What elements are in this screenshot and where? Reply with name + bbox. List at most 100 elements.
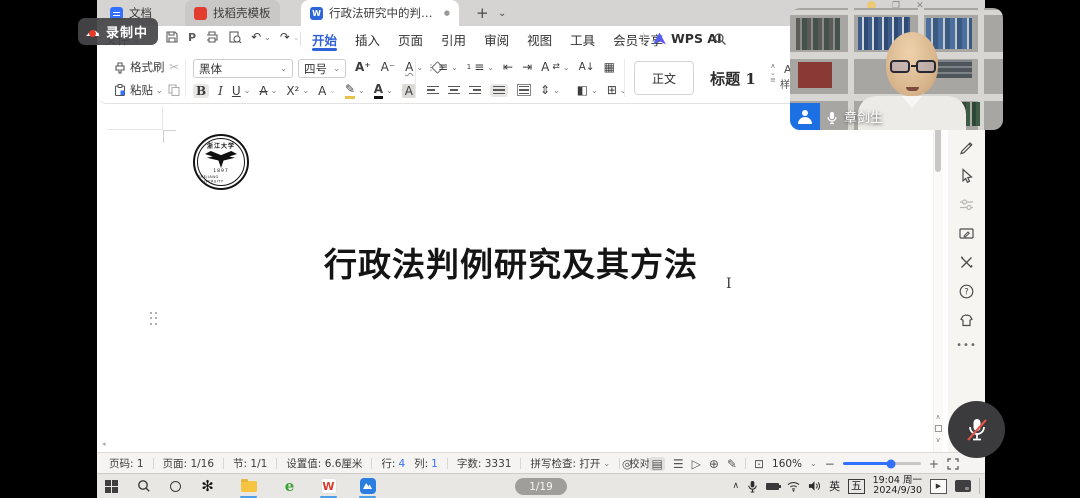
grow-font-button[interactable]: A⁺ [355,60,371,74]
paste-button[interactable]: 粘贴 ⌄ [113,82,163,98]
format-painter-button[interactable]: 格式刷 [113,59,165,75]
paragraph-drag-handle[interactable] [148,310,159,327]
tab-list-caret-icon[interactable]: ⌄ [489,0,515,26]
wifi-icon[interactable] [787,481,800,492]
wps-app-button[interactable]: W [319,474,338,498]
align-center-icon[interactable] [448,86,460,95]
video-tray-button[interactable]: ▶ [930,479,947,494]
mic-muted-button[interactable] [948,401,1005,458]
shrink-font-button[interactable]: A⁻ [381,60,396,74]
decrease-indent-icon[interactable]: ⇤ [503,60,513,74]
hscroll-left-icon[interactable]: ◂ [102,440,106,448]
char-scale-button[interactable]: A⇄⌄ [541,60,569,74]
status-page-number[interactable]: 页码: 1 [109,456,144,471]
annotate-pen-button[interactable] [958,137,976,155]
sort-button[interactable]: A↓ [579,61,595,73]
gallery-more-icon[interactable]: ≡ [770,77,776,84]
page-setup-grid-icon[interactable]: ▦ [604,60,615,74]
save-icon[interactable] [165,30,179,44]
increase-indent-icon[interactable]: ⇥ [522,60,532,74]
taskbar-clock[interactable]: 19:04 周一 2024/9/30 [873,476,922,497]
start-button[interactable] [102,474,121,498]
tools-button[interactable] [958,253,976,271]
bold-button[interactable]: B [193,84,209,98]
tab-template[interactable]: 找稻壳模板 [185,0,280,26]
ime-indicator[interactable]: 五 [848,479,865,494]
copy-icon[interactable] [167,83,181,97]
tray-mic-icon[interactable] [747,480,758,493]
tab-reference[interactable]: 引用 [440,26,467,52]
tab-insert[interactable]: 插入 [354,26,381,52]
superscript-button[interactable]: X²⌄ [286,84,309,98]
font-name-select[interactable]: 黑体 ⌄ [193,59,293,78]
zoom-out-icon[interactable]: − [825,457,835,471]
speaker-icon[interactable] [808,480,821,492]
lang-indicator[interactable]: 英 [829,478,840,494]
screen-share-tray-icon[interactable] [955,480,971,492]
scroll-up-icon[interactable]: ∧ [935,413,940,421]
status-section[interactable]: 节: 1/1 [233,456,267,471]
scroll-down-icon[interactable]: ∨ [935,436,940,444]
status-word-count[interactable]: 字数: 3331 [457,456,512,471]
edit-mode-icon[interactable]: ✎ [727,457,737,471]
tab-tools[interactable]: 工具 [569,26,596,52]
status-spellcheck[interactable]: 拼写检查: 打开⌄ [530,456,610,471]
participant-view-button[interactable] [790,103,820,130]
undo-icon[interactable]: ↶ [251,30,261,44]
browser-button[interactable]: e [280,474,299,498]
fit-page-icon[interactable]: ⊡ [754,457,764,471]
taskbar-search-button[interactable] [134,474,153,498]
zoom-in-icon[interactable]: + [929,457,939,471]
read-mode-icon[interactable]: ▷ [692,457,701,471]
tab-view[interactable]: 视图 [526,26,553,52]
meeting-app-button[interactable] [358,474,377,498]
style-gallery-arrows[interactable]: ∧ ⌄ ≡ [770,63,776,84]
zoom-level[interactable]: 160% [772,458,802,470]
font-size-select[interactable]: 四号 ⌄ [298,59,346,78]
status-pages[interactable]: 页面: 1/16 [163,456,214,471]
select-browse-object-icon[interactable] [935,425,942,432]
wps-ai-button[interactable]: WPS AI [653,31,722,46]
fullscreen-icon[interactable] [947,458,959,470]
show-hidden-icons[interactable]: ∧ [733,481,740,491]
underline-button[interactable]: U⌄ [232,84,251,98]
distribute-icon[interactable] [517,84,531,96]
cursor-select-button[interactable] [958,166,976,184]
whiteboard-button[interactable] [958,224,976,242]
align-right-icon[interactable] [469,86,481,95]
bullet-list-button[interactable]: ⋮≡⌄ [427,60,458,74]
search-icon[interactable] [713,32,727,46]
print-preview-icon[interactable] [228,30,242,44]
print-icon[interactable] [205,30,219,44]
font-color-button[interactable]: A⌄ [374,82,393,99]
style-heading1-button[interactable]: 标题 1 [700,61,766,95]
highlight-button[interactable]: ✎⌄ [345,82,365,99]
help-button[interactable]: ? [958,282,976,300]
status-setting[interactable]: 设置值: 6.6厘米 [286,456,362,471]
shading-button[interactable]: ◧⌄ [577,83,598,97]
theme-skin-button[interactable] [958,311,976,329]
show-desktop-divider[interactable] [979,478,980,494]
tab-page[interactable]: 页面 [397,26,424,52]
align-left-icon[interactable] [427,86,439,95]
webcam-video[interactable]: 章剑生 [790,8,1003,130]
char-shading-button[interactable]: A [402,84,416,98]
cortana-button[interactable] [166,474,185,498]
eye-protect-icon[interactable]: ◎ [622,457,632,471]
document-page[interactable]: 浙江大学 1897 ZHEJIANG UNIVERSITY 行政法判例研究及其方… [97,104,985,452]
justify-button[interactable] [490,84,508,97]
web-layout-icon[interactable]: ⊕ [709,457,719,471]
tab-review[interactable]: 审阅 [483,26,510,52]
line-spacing-button[interactable]: ⇕⌄ [540,83,560,97]
strikethrough-button[interactable]: A⌄ [259,84,277,98]
tab-document-active[interactable]: W 行政法研究中的判例解释.doc ● [301,0,459,26]
zoom-slider[interactable] [843,462,921,465]
numbered-list-button[interactable]: 1≡⌄ [467,60,494,74]
zoom-caret-icon[interactable]: ⌄ [810,459,817,468]
tab-start[interactable]: 开始 [311,26,338,52]
outline-view-icon[interactable]: ☰ [673,457,684,471]
print-layout-view-icon[interactable]: ▤ [649,457,664,471]
undo-caret-icon[interactable]: ⌄ [264,33,271,42]
italic-button[interactable]: I [218,84,223,98]
file-explorer-button[interactable] [239,474,258,498]
